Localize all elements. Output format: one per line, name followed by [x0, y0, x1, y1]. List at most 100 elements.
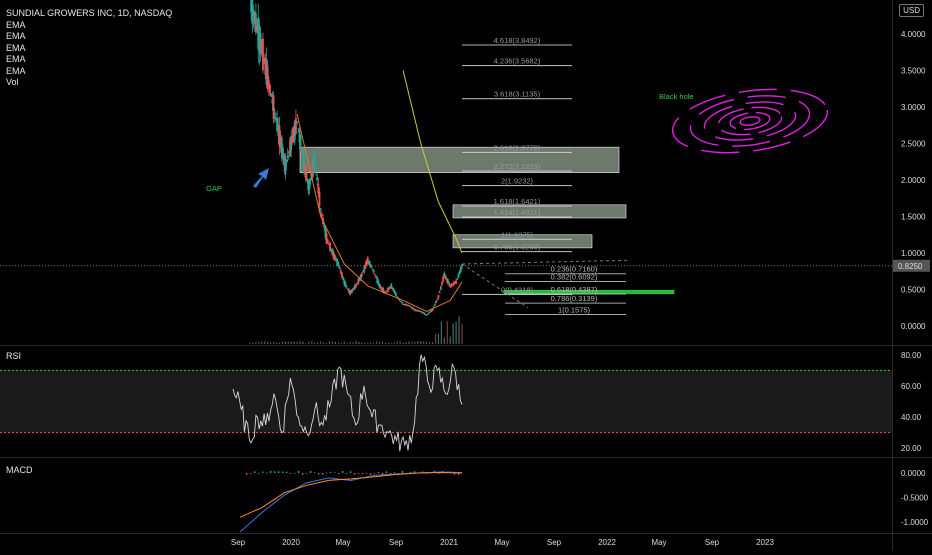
macd-histogram-bar: [249, 473, 252, 474]
currency-button[interactable]: USD: [899, 4, 924, 17]
fib-level-label: 0.786(0.3139): [551, 294, 598, 303]
macd-histogram-bar: [353, 473, 356, 475]
volume-bar: [408, 341, 410, 344]
price-axis-tick: 3.0000: [901, 103, 926, 112]
rsi-axis-tick: 40.00: [901, 413, 922, 422]
volume-bar: [284, 341, 286, 344]
candle-body: [318, 191, 321, 207]
macd-histogram-bar: [393, 472, 396, 473]
volume-bar: [272, 341, 275, 344]
spiral-ring: [703, 101, 797, 141]
volume-bar: [426, 341, 428, 344]
volume-bar: [340, 342, 342, 344]
macd-histogram-bar: [269, 471, 272, 473]
candle-body: [438, 291, 441, 294]
indicator-ema-1[interactable]: EMA: [6, 20, 172, 32]
volume-bar: [334, 341, 336, 344]
volume-bar: [287, 341, 289, 344]
volume-bar: [381, 341, 384, 344]
candle-body: [338, 266, 341, 269]
volume-bar: [264, 341, 266, 344]
fib-level-label: 2(1.9232): [501, 177, 534, 186]
projection-line: [461, 259, 629, 265]
last-price-tag: 0.8250: [898, 262, 923, 271]
fib-level-label: 2.272(2.1233): [494, 162, 541, 171]
volume-bar: [323, 342, 325, 344]
indicator-volume[interactable]: Vol: [6, 77, 172, 89]
gap-arrow-icon: [253, 168, 269, 188]
candle-body: [371, 268, 374, 270]
macd-histogram-bar: [345, 473, 348, 474]
candle-body: [442, 276, 445, 282]
indicator-ema-4[interactable]: EMA: [6, 54, 172, 66]
time-axis-tick: Sep: [389, 538, 404, 547]
volume-bar: [367, 342, 369, 344]
indicator-ema-3[interactable]: EMA: [6, 43, 172, 55]
macd-line: [239, 471, 463, 533]
candle-body: [390, 283, 393, 288]
volume-bar: [437, 333, 440, 344]
fib-level-label: 4.618(3.8492): [494, 36, 541, 45]
macd-histogram-bar: [337, 473, 340, 475]
volume-bar: [449, 336, 451, 344]
fib-level-label: 0.382(0.6092): [551, 273, 598, 282]
macd-histogram-bar: [309, 471, 312, 473]
macd-histogram-bar: [401, 470, 404, 473]
macd-histogram-bar: [325, 472, 328, 474]
volume-bar: [320, 341, 322, 344]
black-hole-label: Black hole: [659, 92, 694, 101]
candle-body: [345, 285, 348, 288]
volume-bar: [358, 341, 360, 344]
volume-bar: [461, 323, 463, 344]
fib-level-label: 1.414(1.4921): [494, 208, 541, 217]
candle-body: [437, 295, 440, 299]
volume-bar: [337, 342, 339, 344]
volume-bar: [249, 342, 251, 344]
candle-body: [295, 118, 297, 134]
indicator-ema-2[interactable]: EMA: [6, 31, 172, 43]
volume-bar: [355, 341, 357, 344]
volume-bar: [299, 341, 301, 344]
macd-histogram-bar: [273, 471, 276, 473]
candle-body: [372, 269, 375, 273]
volume-bar: [402, 342, 404, 344]
volume-bar: [370, 342, 372, 344]
macd-axis-tick: -1.0000: [901, 518, 929, 527]
time-axis-tick: Sep: [705, 538, 720, 547]
macd-histogram-bar: [285, 471, 288, 473]
symbol-title[interactable]: SUNDIAL GROWERS INC, 1D, NASDAQ: [6, 8, 172, 20]
candle-body: [373, 273, 376, 275]
volume-bar: [390, 342, 392, 344]
rsi-label[interactable]: RSI: [6, 351, 21, 361]
candle-body: [441, 282, 443, 285]
time-axis-tick: 2020: [282, 538, 300, 547]
macd-histogram-bar: [265, 472, 268, 474]
candle-body: [270, 93, 273, 97]
volume-bar: [393, 342, 395, 344]
candle-body: [457, 273, 460, 278]
candle-body: [355, 284, 357, 288]
candle-body: [315, 167, 317, 170]
macd-histogram-bar: [289, 473, 292, 474]
fib-level-label: 2.618(2.3778): [494, 143, 541, 152]
macd-histogram-bar: [341, 470, 344, 473]
candle-body: [262, 38, 264, 71]
fib-level-label: 4.236(3.5682): [494, 57, 541, 66]
indicator-ema-5[interactable]: EMA: [6, 66, 172, 78]
volume-bar: [281, 341, 283, 344]
volume-bar: [417, 341, 419, 344]
fib-level-label: 0.786(1.0200): [494, 243, 541, 252]
price-axis-tick: 2.5000: [901, 140, 926, 149]
volume-bar: [267, 341, 269, 344]
candle-body: [409, 305, 412, 307]
volume-bar: [384, 342, 387, 344]
macd-histogram-bar: [245, 473, 248, 475]
candle-body: [319, 208, 322, 211]
macd-label[interactable]: MACD: [6, 465, 33, 475]
volume-bar: [440, 321, 442, 344]
candle-body: [309, 178, 311, 185]
rsi-axis-tick: 80.00: [901, 351, 922, 360]
macd-axis-tick: -0.5000: [901, 494, 929, 503]
volume-bar: [305, 342, 307, 344]
candle-body: [340, 272, 343, 278]
